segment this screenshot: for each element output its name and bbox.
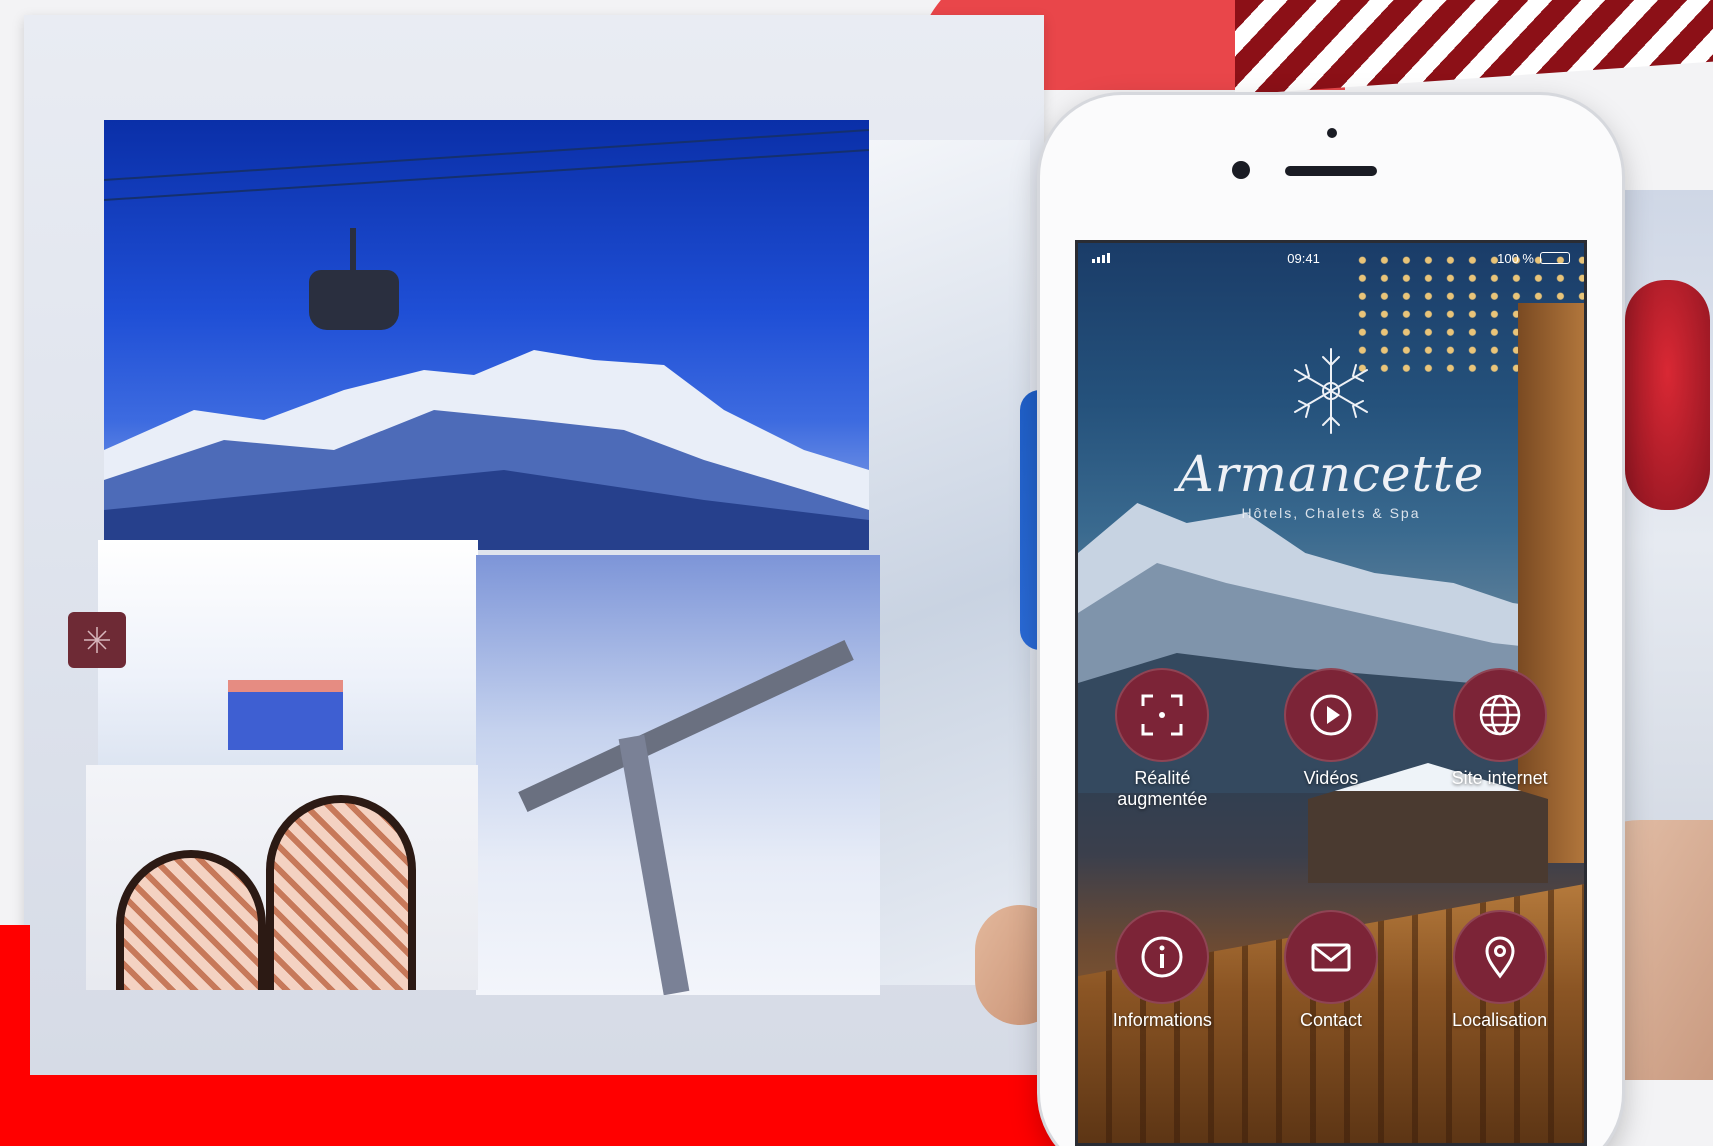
- informations-label: Informations: [1112, 1010, 1212, 1030]
- snowshoe: [266, 795, 416, 990]
- action-grid-row-1: Réalité augmentée Vidéos Site internet: [1078, 668, 1584, 810]
- decorative-stripes: [1235, 0, 1713, 96]
- phone-sensor: [1327, 128, 1337, 138]
- mail-icon: [1311, 943, 1351, 972]
- website-label: Site internet: [1451, 768, 1548, 788]
- info-icon: [1141, 936, 1183, 978]
- phone-camera: [1232, 161, 1250, 179]
- app-brand-name: Armancette: [1177, 445, 1485, 503]
- status-bar: 09:41 100 %: [1078, 243, 1584, 273]
- brochure: [24, 15, 1060, 1075]
- photo-snow-hut: [98, 540, 478, 765]
- hut: [228, 680, 343, 750]
- snowflake-icon: [1294, 348, 1368, 434]
- app-logo: Armancette Hôtels, Chalets & Spa: [1078, 343, 1584, 521]
- snowshoe: [116, 850, 266, 990]
- app-tagline: Hôtels, Chalets & Spa: [1241, 505, 1421, 521]
- signal-icon: [1092, 253, 1110, 263]
- ar-scan-icon: [1141, 694, 1183, 736]
- app-screen: 09:41 100 % Armancette Hôtels, Chalets &…: [1075, 240, 1587, 1146]
- informations-button[interactable]: Informations: [1078, 910, 1247, 1031]
- contact-label: Contact: [1299, 1010, 1363, 1030]
- gondola-hanger: [350, 228, 356, 272]
- status-time: 09:41: [1287, 250, 1320, 266]
- photo-gondola: [104, 120, 869, 550]
- lift-tower: [618, 734, 690, 995]
- phone-speaker: [1285, 166, 1377, 176]
- location-button[interactable]: Localisation: [1415, 910, 1584, 1031]
- website-button[interactable]: Site internet: [1415, 668, 1584, 810]
- ar-label: Réalité augmentée: [1117, 768, 1208, 809]
- decorative-red-band: [0, 1075, 1060, 1146]
- photo-snowshoes: [86, 765, 478, 990]
- photo-chairlift: [476, 555, 880, 995]
- battery-status: 100 %: [1497, 251, 1570, 266]
- lift-beam: [518, 639, 854, 813]
- location-label: Localisation: [1452, 1010, 1548, 1030]
- action-grid-row-2: Informations Contact Localisation: [1078, 910, 1584, 1031]
- ar-button[interactable]: Réalité augmentée: [1078, 668, 1247, 810]
- mountain-illustration: [104, 129, 869, 550]
- contact-button[interactable]: Contact: [1247, 910, 1416, 1031]
- location-pin-icon: [1485, 936, 1515, 979]
- snowflake-icon: [84, 627, 110, 653]
- gondola-cabin: [309, 270, 399, 330]
- battery-icon: [1539, 252, 1570, 264]
- skier-jacket: [1625, 280, 1710, 510]
- videos-button[interactable]: Vidéos: [1247, 668, 1416, 810]
- snowflake-tab: [68, 612, 126, 668]
- videos-label: Vidéos: [1303, 768, 1359, 788]
- battery-percent: 100 %: [1497, 250, 1534, 266]
- play-icon: [1310, 694, 1352, 736]
- globe-icon: [1479, 694, 1520, 736]
